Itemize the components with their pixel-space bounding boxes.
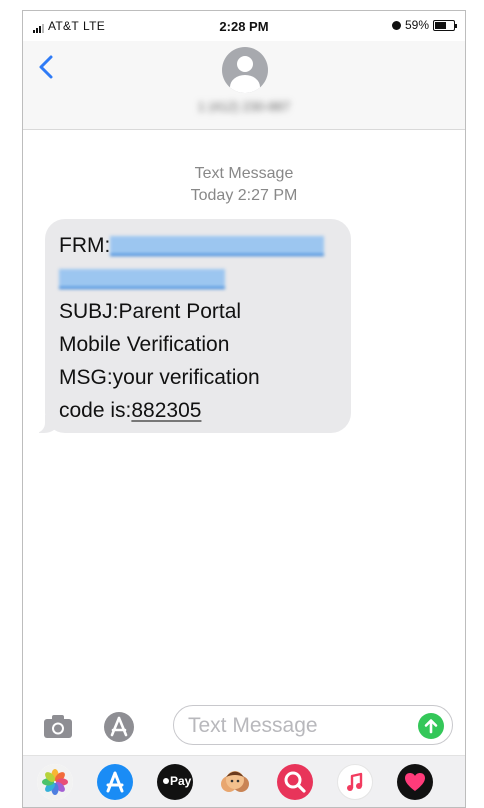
messages-screen: AT&T LTE 2:28 PM 59% 1 (412) 230-887 Tex…: [22, 10, 466, 808]
message-subject-line: SUBJ:Parent Portal: [59, 300, 242, 323]
conversation-header: 1 (412) 230-887: [23, 41, 465, 130]
battery-icon: [433, 19, 457, 31]
message-composer: Text Message: [23, 699, 465, 755]
alarm-icon: [391, 20, 401, 30]
app-store-icon[interactable]: [97, 764, 133, 800]
incoming-message-bubble[interactable]: FRM: SUBJ:Parent Portal Mobile Verificat…: [35, 219, 351, 433]
message-placeholder: Text Message: [188, 714, 318, 737]
back-chevron-icon[interactable]: [35, 53, 59, 81]
apps-icon[interactable]: [103, 711, 135, 743]
verification-code[interactable]: 882305: [131, 399, 201, 422]
message-subject-line-2: Mobile Verification: [59, 333, 230, 356]
status-bar: AT&T LTE 2:28 PM 59%: [23, 11, 465, 41]
apple-pay-label: Pay: [170, 774, 192, 788]
battery-percent: 59%: [404, 18, 429, 32]
memoji-icon[interactable]: [217, 764, 253, 800]
apple-pay-icon[interactable]: Pay: [157, 764, 193, 800]
redacted-sender-email[interactable]: [110, 236, 325, 257]
image-search-icon[interactable]: [277, 764, 313, 800]
music-icon[interactable]: [337, 764, 373, 800]
camera-icon[interactable]: [43, 713, 73, 739]
timestamp-time: Today 2:27 PM: [190, 187, 298, 204]
code-prefix: code is:: [59, 399, 132, 422]
timestamp-label: Text Message: [194, 165, 294, 182]
thread-timestamp: Text Message Today 2:27 PM: [23, 163, 465, 207]
digital-touch-icon[interactable]: [397, 764, 433, 800]
send-button[interactable]: [418, 713, 444, 739]
from-label: FRM:: [59, 234, 111, 257]
app-drawer: Pay: [23, 755, 465, 807]
redacted-sender-email-continued[interactable]: [59, 269, 225, 290]
contact-number[interactable]: 1 (412) 230-887: [23, 99, 465, 114]
message-body-line: MSG:your verification: [59, 366, 260, 389]
message-text-field[interactable]: Text Message: [173, 705, 453, 745]
photos-app-icon[interactable]: [37, 764, 73, 800]
contact-avatar[interactable]: [222, 47, 268, 93]
arrow-up-icon: [424, 719, 438, 734]
